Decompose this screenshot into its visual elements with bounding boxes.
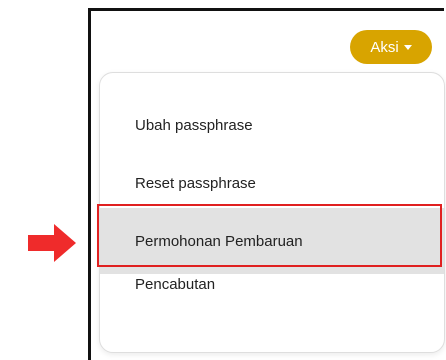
menu-item-label: Reset passphrase (135, 174, 256, 192)
menu-item-ubah-passphrase[interactable]: Ubah passphrase (100, 105, 444, 145)
caret-down-icon (403, 44, 412, 50)
highlight-annotation-box (97, 204, 442, 267)
actions-dropdown-button[interactable]: Aksi (350, 30, 432, 64)
red-arrow-right-icon (28, 224, 76, 262)
actions-button-label: Aksi (370, 38, 399, 56)
menu-item-reset-passphrase[interactable]: Reset passphrase (100, 163, 444, 203)
menu-item-pencabutan[interactable]: Pencabutan (100, 264, 444, 304)
menu-item-label: Pencabutan (135, 275, 216, 293)
menu-item-label: Ubah passphrase (135, 116, 253, 134)
